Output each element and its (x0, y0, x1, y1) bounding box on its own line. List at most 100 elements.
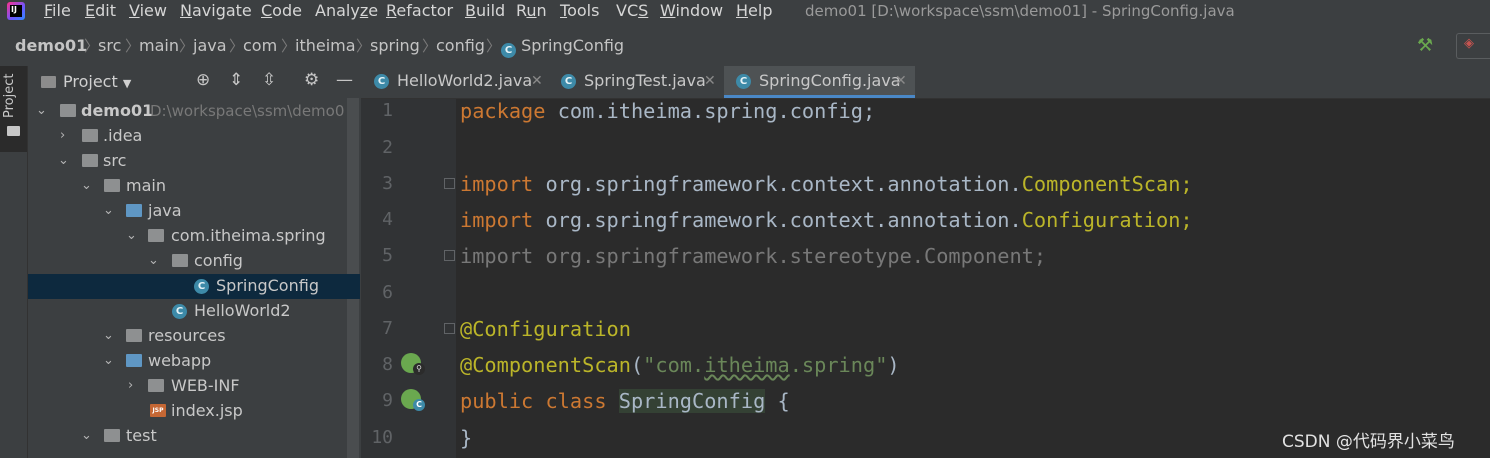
menu-refactor[interactable]: Refactor (386, 1, 453, 21)
import-class: Configuration; (1021, 208, 1193, 232)
chevron-down-icon: ⌄ (148, 253, 159, 268)
tree-item-springconfig[interactable]: C SpringConfig (28, 274, 360, 299)
breadcrumb-main[interactable]: main (139, 36, 179, 56)
tab-springtest-java[interactable]: C SpringTest.java ✕ (550, 66, 724, 98)
code-line-3[interactable]: import org.springframework.context.annot… (460, 172, 1193, 196)
code-line-1[interactable]: package com.itheima.spring.config; (460, 99, 875, 123)
line-number: 8 (382, 354, 393, 375)
tab-helloworld2-java[interactable]: C HelloWorld2.java ✕ (364, 66, 550, 98)
web-folder-icon (126, 354, 142, 367)
spring-bean-search-icon[interactable]: ⚲ (401, 353, 425, 375)
tab-label: SpringTest.java (584, 71, 706, 90)
tree-item-label: webapp (148, 351, 212, 370)
class-icon: C (374, 74, 389, 89)
tree-item-label: index.jsp (171, 401, 243, 420)
tree-item-java[interactable]: ⌄ java (28, 199, 347, 224)
breadcrumb-springconfig[interactable]: C SpringConfig (501, 36, 624, 58)
tree-item-helloworld2[interactable]: C HelloWorld2 (28, 299, 347, 324)
code-line-4[interactable]: import org.springframework.context.annot… (460, 208, 1193, 232)
menu-tools[interactable]: Tools (560, 1, 599, 21)
tree-item-main[interactable]: ⌄ main (28, 174, 347, 199)
folder-icon (7, 126, 20, 136)
menu-file[interactable]: File (44, 1, 71, 21)
import-package: org.springframework.context.annotation. (533, 208, 1022, 232)
gear-icon[interactable]: ⚙ (304, 70, 319, 90)
run-config-icon: ◈ (1464, 36, 1474, 51)
fold-marker-icon[interactable] (444, 250, 455, 261)
code-line-7[interactable]: @Configuration (460, 317, 631, 341)
project-view-selector[interactable]: Project ▼ (63, 72, 131, 91)
locate-target-icon[interactable]: ⊕ (196, 70, 210, 90)
menu-view[interactable]: View (129, 1, 167, 21)
code-line-8[interactable]: @ComponentScan("com.itheima.spring") (460, 353, 900, 377)
menu-build[interactable]: Build (465, 1, 505, 21)
code-line-9[interactable]: public class SpringConfig { (460, 389, 790, 413)
import-package: org.springframework.context.annotation. (533, 172, 1022, 196)
breadcrumb-separator: 〉 (84, 37, 100, 55)
chevron-down-icon: ⌄ (58, 153, 69, 168)
breadcrumb-separator: 〉 (179, 37, 195, 55)
module-path: D:\workspace\ssm\demo0 (150, 102, 345, 120)
jsp-file-icon: JSP (150, 404, 166, 417)
tree-item-label: com.itheima.spring (171, 226, 326, 245)
class-name: SpringConfig (618, 389, 766, 413)
tab-springconfig-java[interactable]: C SpringConfig.java ✕ (724, 66, 915, 98)
menu-code[interactable]: Code (261, 1, 302, 21)
menu-window[interactable]: Window (660, 1, 723, 21)
menu-vcs[interactable]: VCS (616, 1, 648, 21)
project-title-label: Project (63, 72, 118, 91)
tree-item-config[interactable]: ⌄ config (28, 249, 347, 274)
line-number: 6 (382, 282, 393, 303)
code-line-5-unused-import[interactable]: import org.springframework.stereotype.Co… (460, 244, 1046, 268)
tree-item-src[interactable]: ⌄ src (28, 149, 347, 174)
menu-navigate[interactable]: Navigate (180, 1, 252, 21)
menu-run[interactable]: Run (516, 1, 547, 21)
menu-analyze[interactable]: Analyze (315, 1, 378, 21)
expand-all-icon[interactable]: ⇕ (229, 70, 243, 90)
breadcrumb-com[interactable]: com (243, 36, 277, 56)
folder-icon (82, 154, 98, 167)
run-configuration-selector[interactable]: ◈ (1456, 33, 1490, 59)
tree-item-webapp[interactable]: ⌄ webapp (28, 349, 347, 374)
tree-item-index-jsp[interactable]: JSP index.jsp (28, 399, 347, 424)
keyword: import (460, 208, 534, 232)
line-number: 10 (371, 427, 393, 448)
breadcrumb-java[interactable]: java (193, 36, 227, 56)
tree-item-demo01[interactable]: ⌄ demo01 D:\workspace\ssm\demo0 (28, 99, 347, 124)
tree-item-idea[interactable]: › .idea (28, 124, 347, 149)
collapse-all-icon[interactable]: ⇳ (262, 70, 276, 90)
code-line-10[interactable]: } (460, 426, 472, 450)
source-folder-icon (126, 204, 142, 217)
fold-marker-icon[interactable] (444, 323, 455, 334)
close-icon[interactable]: ✕ (895, 71, 907, 91)
resources-folder-icon (126, 329, 142, 342)
tree-item-test[interactable]: ⌄ test (28, 424, 347, 449)
breadcrumb-config[interactable]: config (436, 36, 485, 56)
class-icon: C (501, 43, 516, 58)
project-stripe-label[interactable]: Project (2, 74, 17, 118)
tree-item-com-itheima-spring[interactable]: ⌄ com.itheima.spring (28, 224, 347, 249)
breadcrumb-separator: 〉 (125, 37, 141, 55)
line-number: 9 (382, 390, 393, 411)
build-hammer-icon[interactable]: ⚒ (1417, 35, 1433, 56)
chevron-down-icon: ⌄ (103, 203, 114, 218)
keyword: package (460, 99, 546, 123)
menu-edit[interactable]: Edit (85, 1, 116, 21)
breadcrumb-spring[interactable]: spring (370, 36, 420, 56)
close-icon[interactable]: ✕ (704, 71, 716, 91)
chevron-down-icon: ⌄ (126, 228, 137, 243)
line-number: 5 (382, 245, 393, 266)
string-literal: .spring" (789, 353, 888, 377)
menu-help[interactable]: Help (736, 1, 772, 21)
class-icon: C (736, 74, 751, 89)
tree-item-label: resources (148, 326, 226, 345)
spring-config-class-icon[interactable]: C (401, 389, 425, 411)
hide-panel-icon[interactable]: — (336, 70, 353, 90)
breadcrumb-demo01[interactable]: demo01 (15, 36, 87, 56)
close-icon[interactable]: ✕ (531, 71, 543, 91)
breadcrumb-src[interactable]: src (98, 36, 121, 56)
fold-marker-icon[interactable] (444, 178, 455, 189)
tree-item-web-inf[interactable]: › WEB-INF (28, 374, 347, 399)
tree-item-resources[interactable]: ⌄ resources (28, 324, 347, 349)
breadcrumb-itheima[interactable]: itheima (295, 36, 356, 56)
